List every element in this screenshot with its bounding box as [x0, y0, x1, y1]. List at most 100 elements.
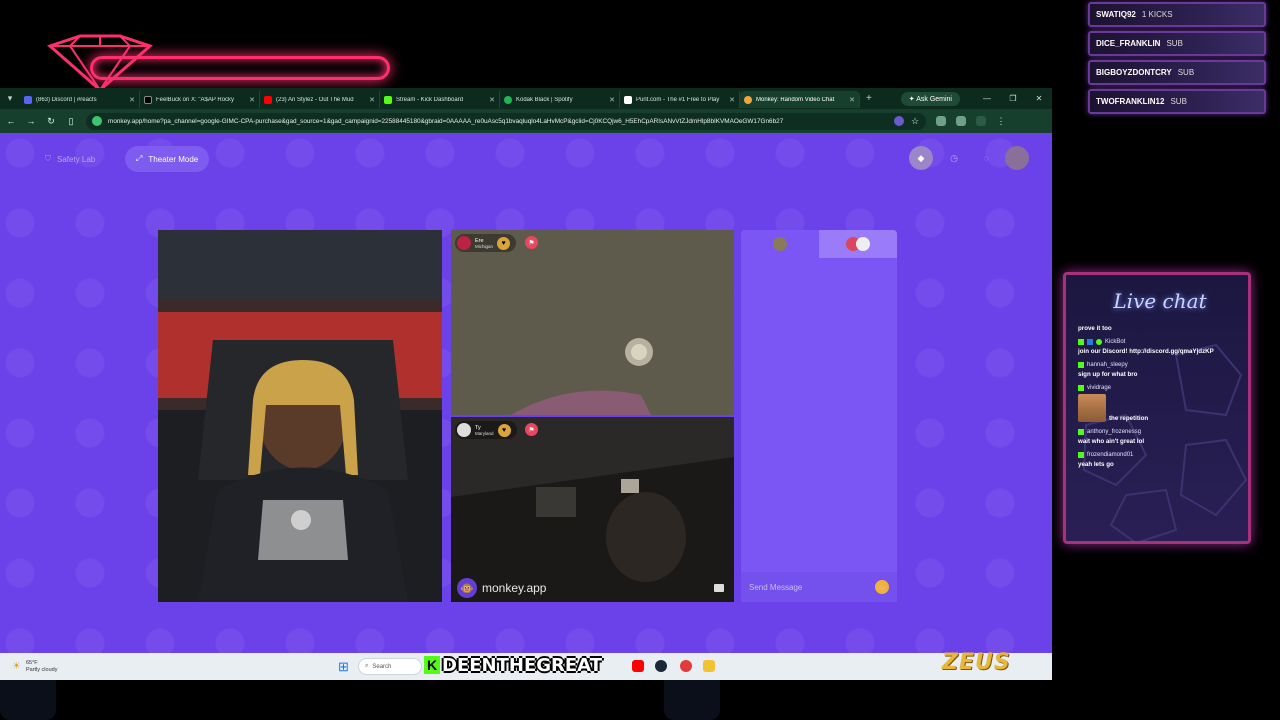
diamond-icon	[47, 34, 153, 92]
monkey-watermark: 🐵 monkey.app	[457, 578, 546, 598]
heart-icon[interactable]: ♥	[497, 236, 511, 250]
profile-icon[interactable]	[894, 116, 904, 126]
report-icon[interactable]: ⚑	[525, 423, 538, 436]
monkey-icon	[744, 95, 752, 104]
bot-badge-icon	[1087, 339, 1093, 345]
close-icon[interactable]: ✕	[729, 96, 735, 104]
report-icon[interactable]: ⚑	[525, 236, 538, 249]
url-field[interactable]: monkey.app/home?pa_channel=google-GIMC-C…	[86, 112, 926, 130]
remote-user-location: Maryland	[475, 430, 494, 436]
weather-widget[interactable]: ☀ 65°F Partly cloudy	[12, 660, 57, 673]
chat-username: vividrage	[1087, 385, 1112, 391]
theater-mode-button[interactable]: ⤢ Theater Mode	[125, 146, 210, 172]
minimize-icon[interactable]: —	[974, 94, 1000, 103]
alert-type: SUB	[1170, 97, 1187, 106]
stream-logo	[20, 26, 390, 96]
tab-spotify[interactable]: Kodak Black | Spotify ✕	[500, 91, 620, 108]
chat-tab-user-1[interactable]	[741, 230, 819, 258]
gem-icon[interactable]: ◆	[909, 146, 933, 170]
steam-icon[interactable]	[655, 660, 667, 672]
avatar[interactable]	[1005, 146, 1029, 170]
sidebar-icon[interactable]	[976, 116, 986, 126]
spotify-icon	[504, 95, 512, 104]
safety-lab-button[interactable]: ⛉ Safety Lab	[34, 146, 106, 172]
close-icon[interactable]: ✕	[369, 96, 375, 104]
avatar	[856, 237, 870, 251]
chat-message: prove it too	[1078, 325, 1246, 332]
tab-label: Stream - Kick Dashboard	[396, 96, 464, 103]
overlay-bottom-bar	[0, 680, 1280, 720]
tab-x[interactable]: FeelBuck on X: "A$AP Rocky ✕	[140, 91, 260, 108]
kick-badge-icon	[1078, 452, 1084, 458]
send-placeholder: Send Message	[749, 582, 803, 592]
x-icon	[144, 95, 152, 104]
tab-label: Monkey: Random Video Chat	[756, 96, 835, 103]
tab-search-icon[interactable]: ▾	[0, 88, 20, 109]
taskbar-search[interactable]: ⌕ Search	[358, 658, 422, 675]
chat-message: KickBot join our Discord! http://discord…	[1078, 339, 1246, 355]
fullscreen-icon[interactable]	[714, 584, 724, 592]
tab-punt[interactable]: Punt.com - The #1 Free to Play ✕	[620, 91, 740, 108]
tab-youtube[interactable]: (23) Ari Stylez - Out The Mud ✕	[260, 91, 380, 108]
extensions-puzzle-icon[interactable]	[956, 116, 966, 126]
windows-start-icon[interactable]: ⊞	[338, 659, 349, 675]
close-icon[interactable]: ✕	[849, 96, 855, 104]
chat-tab-user-2[interactable]	[819, 230, 897, 258]
extension-icon[interactable]	[936, 116, 946, 126]
weather-condition: Partly cloudy	[25, 666, 58, 673]
split-view-icon[interactable]: ▯	[66, 116, 76, 127]
emote-image	[1078, 394, 1106, 422]
close-icon[interactable]: ✕	[249, 96, 255, 104]
ask-gemini-button[interactable]: ✦ Ask Gemini	[900, 91, 960, 106]
new-tab-button[interactable]: +	[866, 93, 872, 104]
folder-icon[interactable]	[703, 660, 715, 672]
back-icon[interactable]: ←	[6, 116, 16, 126]
remote-user-chip: Ty Maryland ♥	[455, 421, 517, 439]
emoji-icon[interactable]: ☺	[875, 580, 889, 594]
alert-user: TWOFRANKLIN12	[1096, 97, 1165, 106]
kick-icon	[384, 95, 392, 104]
streamer-camera-feed: ZEUS	[158, 230, 442, 602]
kick-badge-icon	[1078, 429, 1084, 435]
alert-user: BIGBOYZDONTCRY	[1096, 68, 1172, 77]
tab-discord[interactable]: (863) Discord | #reacts ✕	[20, 91, 140, 108]
tab-monkey[interactable]: Monkey: Random Video Chat ✕	[740, 91, 860, 108]
chat-text: sign up for what bro	[1078, 371, 1138, 378]
chat-text: the repetition	[1109, 415, 1149, 422]
gemini-label: Ask Gemini	[916, 95, 952, 103]
chat-text: prove it too	[1078, 325, 1112, 332]
live-chat-title: Live chat	[1113, 289, 1207, 313]
heart-icon[interactable]: ♥	[497, 423, 511, 437]
send-message-input[interactable]: Send Message ☺	[741, 572, 897, 602]
site-info-icon[interactable]	[92, 116, 102, 126]
video-chat-panel: ZEUS	[156, 229, 898, 605]
youtube-icon[interactable]	[632, 660, 644, 672]
tab-label: Kodak Black | Spotify	[516, 96, 573, 103]
chat-username: anthony_frozenessg	[1087, 429, 1142, 435]
live-chat-overlay: Live chat prove it too KickBot join our …	[1063, 272, 1251, 544]
chat-text: join our Discord! http://discord.gg/qmaY…	[1078, 348, 1214, 355]
close-icon[interactable]: ✕	[609, 96, 615, 104]
kick-badge-icon	[1078, 362, 1084, 368]
address-bar: ← → ↻ ▯ monkey.app/home?pa_channel=googl…	[0, 109, 1052, 133]
reload-icon[interactable]: ↻	[46, 116, 56, 127]
forward-icon[interactable]: →	[26, 116, 36, 126]
maximize-icon[interactable]: ❐	[1000, 94, 1026, 103]
alert-item: TWOFRANKLIN12 SUB	[1088, 89, 1266, 114]
theater-label: Theater Mode	[148, 154, 199, 164]
tab-kick[interactable]: Stream - Kick Dashboard ✕	[380, 91, 500, 108]
remote-video-2: Ty Maryland ♥ ⚑ 🐵 monkey.app	[451, 417, 734, 602]
messages-icon[interactable]: ◌	[974, 146, 998, 170]
close-icon[interactable]: ✕	[489, 96, 495, 104]
tab-strip: ▾ (863) Discord | #reacts ✕ FeelBuck on X…	[0, 88, 1052, 109]
menu-icon[interactable]: ⋮	[996, 116, 1006, 127]
alert-user: SWATIQ92	[1096, 10, 1136, 19]
clock-icon[interactable]: ◷	[942, 146, 966, 170]
close-window-icon[interactable]: ✕	[1026, 94, 1052, 103]
chrome-icon[interactable]	[680, 660, 692, 672]
stream-screen: SWATIQ92 1 KICKS DICE_FRANKLIN SUB BIGBOYZ…	[0, 0, 1280, 720]
bookmark-star-icon[interactable]: ☆	[910, 116, 920, 127]
partly-cloudy-icon: ☀	[12, 661, 21, 672]
chat-username: frozendiamond01	[1087, 452, 1134, 458]
close-icon[interactable]: ✕	[129, 96, 135, 104]
